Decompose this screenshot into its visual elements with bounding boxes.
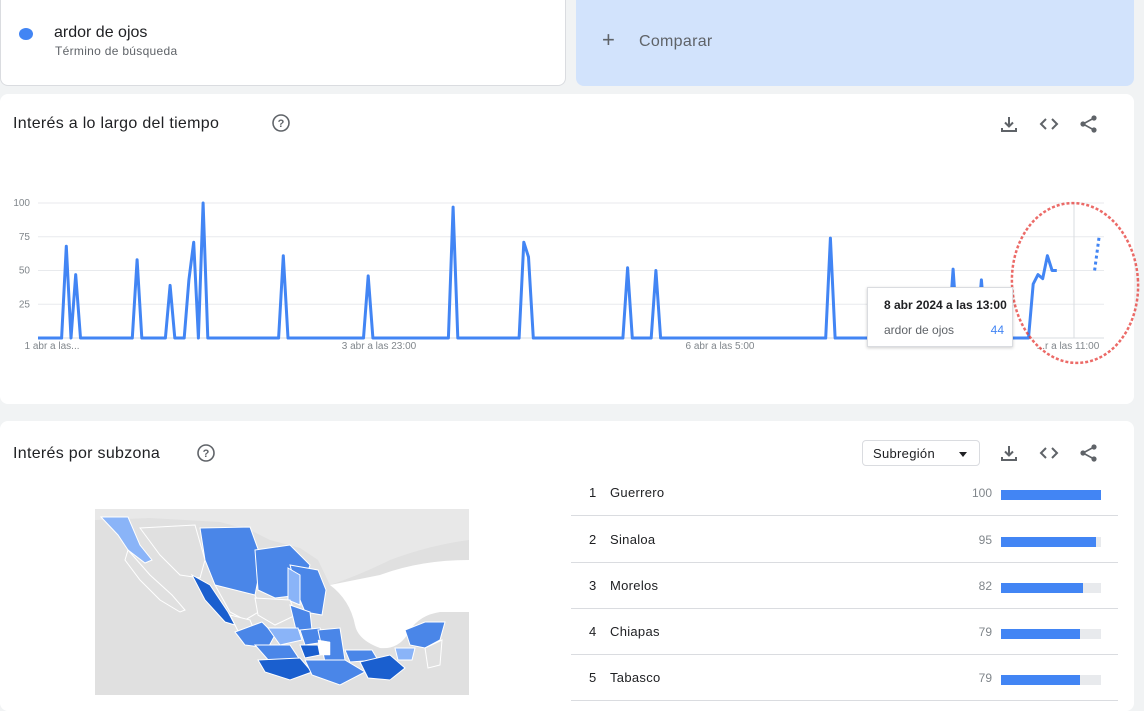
value-bar-track xyxy=(1001,490,1101,500)
rank-number: 2 xyxy=(589,532,597,547)
ranking-row[interactable]: 4 Chiapas 79 xyxy=(571,609,1118,655)
share-icon[interactable] xyxy=(1078,442,1100,464)
region-value: 79 xyxy=(978,625,992,639)
ranking-row[interactable]: 3 Morelos 82 xyxy=(571,563,1118,609)
region-name[interactable]: Guerrero xyxy=(610,485,664,500)
caret-down-icon xyxy=(959,452,967,457)
help-icon[interactable]: ? xyxy=(196,443,216,463)
ranking-row[interactable]: 1 Guerrero 100 xyxy=(571,470,1118,516)
value-bar-fill xyxy=(1001,675,1080,685)
value-bar-fill xyxy=(1001,537,1096,547)
region-value: 82 xyxy=(978,579,992,593)
tooltip-series-name: ardor de ojos xyxy=(884,323,955,337)
tooltip-value: 44 xyxy=(990,323,1004,337)
rank-number: 3 xyxy=(589,578,597,593)
value-bar-track xyxy=(1001,629,1101,639)
region-name[interactable]: Chiapas xyxy=(610,624,660,639)
value-bar-track xyxy=(1001,537,1101,547)
rank-number: 5 xyxy=(589,670,597,685)
x-tick-label: 1 abr a las... xyxy=(24,341,79,352)
download-icon[interactable] xyxy=(998,442,1020,464)
value-bar-fill xyxy=(1001,583,1083,593)
value-bar-track xyxy=(1001,583,1101,593)
svg-text:?: ? xyxy=(203,448,210,460)
x-tick-label: 6 abr a las 5:00 xyxy=(686,341,755,352)
x-tick-label: 3 abr a las 23:00 xyxy=(342,341,417,352)
series-line-partial[interactable] xyxy=(1093,235,1101,271)
region-value: 100 xyxy=(971,486,992,500)
tooltip-date: 8 abr 2024 a las 13:00 xyxy=(884,298,1007,312)
region-value: 79 xyxy=(978,671,992,685)
region-level-value: Subregión xyxy=(873,446,935,461)
ranking-row[interactable]: 5 Tabasco 79 xyxy=(571,655,1118,701)
x-tick-label: ...r a las 11:00 xyxy=(1037,341,1100,352)
region-name[interactable]: Sinaloa xyxy=(610,532,655,547)
rank-number: 4 xyxy=(589,624,597,639)
interest-by-region-title: Interés por subzona xyxy=(13,445,161,462)
value-bar-track xyxy=(1001,675,1101,685)
region-value: 95 xyxy=(978,533,992,547)
y-tick-label: 100 xyxy=(13,198,30,209)
embed-code-icon[interactable] xyxy=(1038,442,1060,464)
rank-number: 1 xyxy=(589,485,597,500)
y-tick-label: 25 xyxy=(19,299,31,310)
y-tick-label: 75 xyxy=(19,232,31,243)
value-bar-fill xyxy=(1001,490,1101,500)
region-name[interactable]: Morelos xyxy=(610,578,658,593)
chart-tooltip: 8 abr 2024 a las 13:00 ardor de ojos 44 xyxy=(867,287,1013,347)
region-level-select[interactable]: Subregión xyxy=(862,440,980,466)
y-tick-label: 50 xyxy=(19,266,31,277)
ranking-row[interactable]: 2 Sinaloa 95 xyxy=(571,517,1118,563)
value-bar-fill xyxy=(1001,629,1080,639)
region-name[interactable]: Tabasco xyxy=(610,670,661,685)
